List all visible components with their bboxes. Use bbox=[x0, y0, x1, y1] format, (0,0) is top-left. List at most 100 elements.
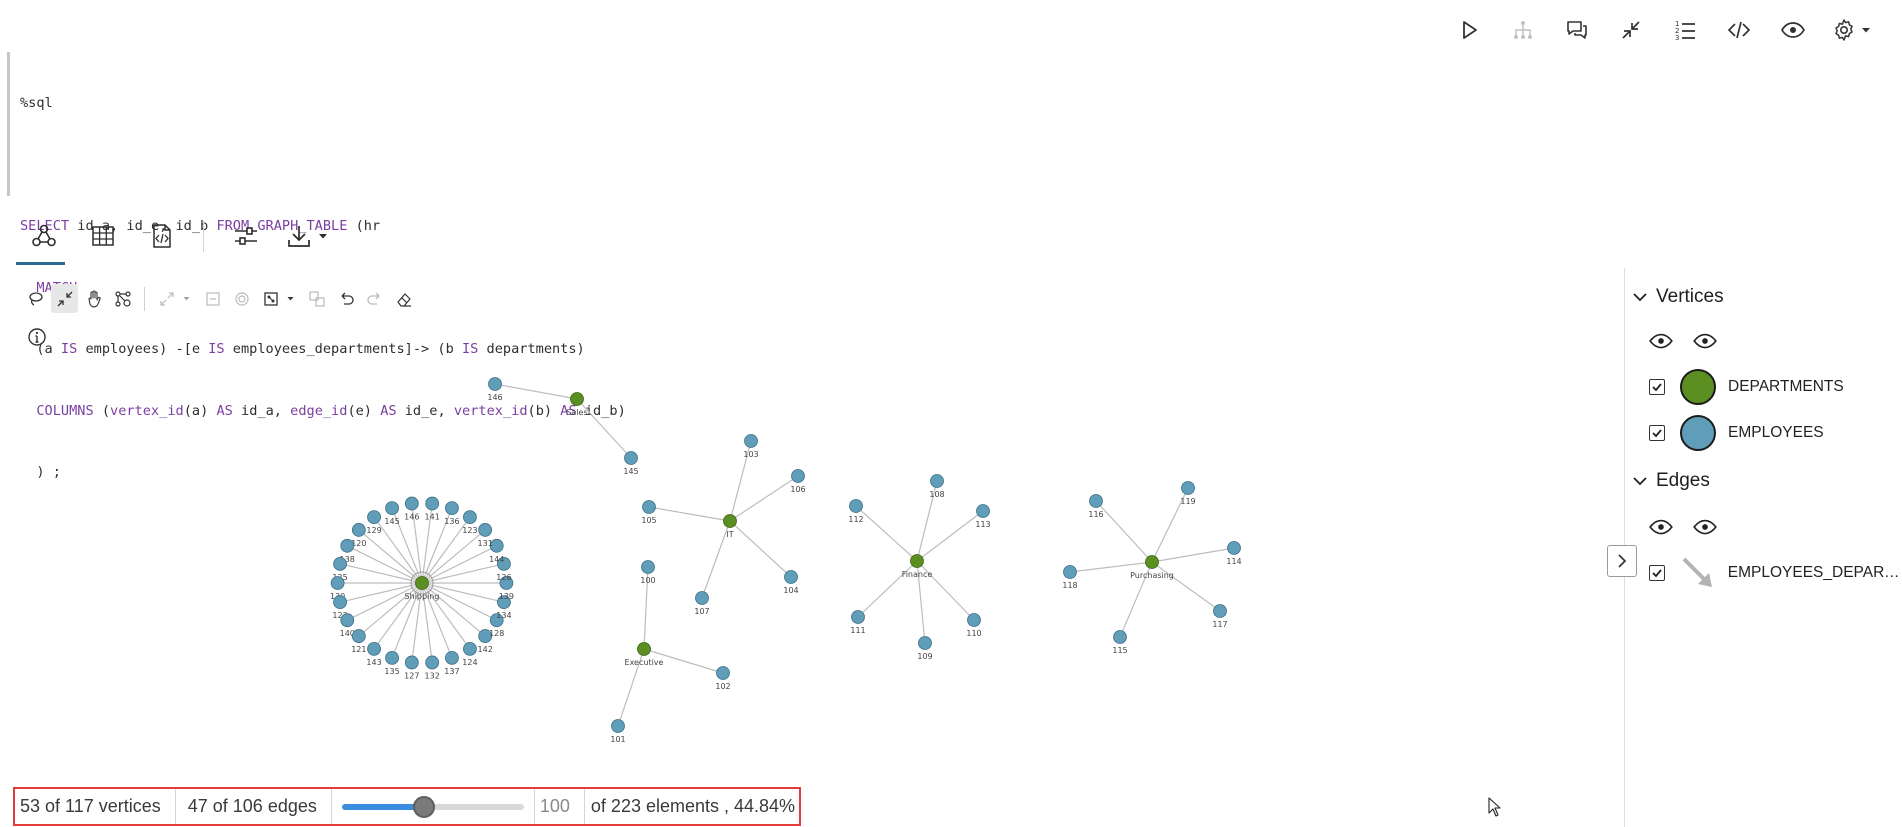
employee-label: 145 bbox=[623, 467, 638, 476]
employee-node-104[interactable] bbox=[784, 570, 798, 584]
ungroup-button[interactable] bbox=[303, 284, 330, 313]
employee-node-140[interactable] bbox=[340, 613, 355, 628]
lasso-select-button[interactable] bbox=[22, 284, 49, 313]
employee-node-108[interactable] bbox=[930, 474, 944, 488]
caret-down-icon[interactable] bbox=[182, 294, 191, 303]
employee-node-118[interactable] bbox=[1063, 565, 1077, 579]
employee-node-119[interactable] bbox=[1181, 481, 1195, 495]
caret-down-icon[interactable] bbox=[286, 294, 295, 303]
employee-node-127[interactable] bbox=[404, 655, 419, 670]
table-icon bbox=[91, 226, 114, 246]
group-button[interactable] bbox=[257, 284, 284, 313]
employee-node-116[interactable] bbox=[1089, 494, 1103, 508]
tab-settings[interactable] bbox=[216, 213, 275, 259]
department-node[interactable] bbox=[637, 642, 651, 656]
eye-icon[interactable] bbox=[1648, 328, 1674, 354]
slider-value-input[interactable]: 100 bbox=[535, 789, 585, 824]
redo-button[interactable] bbox=[361, 284, 388, 313]
employees-checkbox[interactable] bbox=[1649, 425, 1665, 441]
focus-button[interactable] bbox=[228, 284, 255, 313]
collapse-output-button[interactable] bbox=[1604, 10, 1658, 50]
employee-node-130[interactable] bbox=[330, 576, 345, 590]
employee-node-132[interactable] bbox=[425, 655, 440, 670]
settings-button[interactable] bbox=[1820, 10, 1884, 50]
graph-canvas[interactable]: 1461451291201381251301221401211431351271… bbox=[0, 360, 1620, 780]
tab-code-view[interactable] bbox=[132, 213, 191, 259]
edge-type-checkbox[interactable] bbox=[1649, 565, 1665, 581]
department-node[interactable] bbox=[723, 514, 737, 528]
expand-button[interactable] bbox=[153, 284, 180, 313]
download-button[interactable] bbox=[275, 213, 323, 259]
sql-code-editor[interactable]: %sql SELECT id_a, id_e, id_b FROM GRAPH_… bbox=[7, 52, 1157, 480]
employee-node-109[interactable] bbox=[918, 636, 932, 650]
employee-node-145[interactable] bbox=[624, 451, 638, 465]
departments-checkbox[interactable] bbox=[1649, 379, 1665, 395]
employee-node-105[interactable] bbox=[642, 500, 656, 514]
employee-node-145[interactable] bbox=[385, 501, 399, 516]
eye-icon[interactable] bbox=[1648, 514, 1674, 540]
employee-node-111[interactable] bbox=[851, 610, 865, 624]
employee-node-122[interactable] bbox=[333, 595, 347, 610]
element-slider[interactable] bbox=[332, 789, 535, 824]
collapse-node-button[interactable] bbox=[199, 284, 226, 313]
line-numbers-button[interactable]: 123 bbox=[1658, 10, 1712, 50]
employee-node-135[interactable] bbox=[385, 650, 399, 665]
network-edit-icon bbox=[114, 290, 131, 307]
employee-node-131[interactable] bbox=[478, 523, 493, 537]
pan-button[interactable] bbox=[80, 284, 107, 313]
employee-node-101[interactable] bbox=[611, 719, 625, 733]
employee-node-143[interactable] bbox=[367, 641, 381, 656]
employee-node-123[interactable] bbox=[463, 510, 477, 525]
department-node[interactable] bbox=[910, 554, 924, 568]
employee-node-114[interactable] bbox=[1227, 541, 1241, 555]
clear-button[interactable] bbox=[390, 284, 417, 313]
undo-button[interactable] bbox=[332, 284, 359, 313]
employee-node-136[interactable] bbox=[445, 501, 459, 516]
employee-label: 128 bbox=[489, 629, 504, 638]
employee-node-146[interactable] bbox=[488, 377, 502, 391]
tab-graph-view[interactable] bbox=[14, 213, 73, 265]
employee-node-100[interactable] bbox=[641, 560, 655, 574]
department-node[interactable] bbox=[1145, 555, 1159, 569]
info-button[interactable] bbox=[24, 324, 50, 350]
department-node[interactable] bbox=[570, 392, 584, 406]
employee-node-141[interactable] bbox=[425, 496, 440, 511]
run-button[interactable] bbox=[1442, 10, 1496, 50]
employee-node-138[interactable] bbox=[340, 538, 355, 553]
employee-node-102[interactable] bbox=[716, 666, 730, 680]
eye-icon[interactable] bbox=[1692, 514, 1718, 540]
employee-node-120[interactable] bbox=[351, 523, 366, 537]
network-edit-button[interactable] bbox=[109, 284, 136, 313]
department-node[interactable] bbox=[415, 576, 429, 590]
employee-node-146[interactable] bbox=[404, 496, 419, 511]
employee-node-117[interactable] bbox=[1213, 604, 1227, 618]
employee-node-112[interactable] bbox=[849, 499, 863, 513]
code-view-button[interactable] bbox=[1712, 10, 1766, 50]
vertices-section-toggle[interactable]: Vertices bbox=[1632, 280, 1902, 314]
employee-node-106[interactable] bbox=[791, 469, 805, 483]
graph-toolbar bbox=[22, 284, 417, 313]
slider-handle[interactable] bbox=[412, 795, 435, 818]
employee-node-121[interactable] bbox=[351, 629, 366, 643]
employee-node-124[interactable] bbox=[463, 641, 477, 656]
employee-label: 106 bbox=[790, 485, 805, 494]
employee-node-115[interactable] bbox=[1113, 630, 1127, 644]
employee-node-137[interactable] bbox=[445, 650, 459, 665]
employee-node-107[interactable] bbox=[695, 591, 709, 605]
comments-button[interactable] bbox=[1550, 10, 1604, 50]
visibility-button[interactable] bbox=[1766, 10, 1820, 50]
legend-collapse-button[interactable] bbox=[1607, 545, 1637, 577]
employee-node-113[interactable] bbox=[976, 504, 990, 518]
employee-node-110[interactable] bbox=[967, 613, 981, 627]
fit-to-screen-button[interactable] bbox=[51, 284, 78, 313]
gear-icon bbox=[1835, 19, 1853, 41]
edges-section-toggle[interactable]: Edges bbox=[1632, 464, 1902, 498]
dependencies-button[interactable] bbox=[1496, 10, 1550, 50]
slider-track[interactable] bbox=[341, 795, 524, 818]
employee-node-103[interactable] bbox=[744, 434, 758, 448]
employee-node-125[interactable] bbox=[333, 556, 347, 571]
eye-icon[interactable] bbox=[1692, 328, 1718, 354]
employee-node-129[interactable] bbox=[367, 510, 381, 525]
tab-table-view[interactable] bbox=[73, 213, 132, 259]
